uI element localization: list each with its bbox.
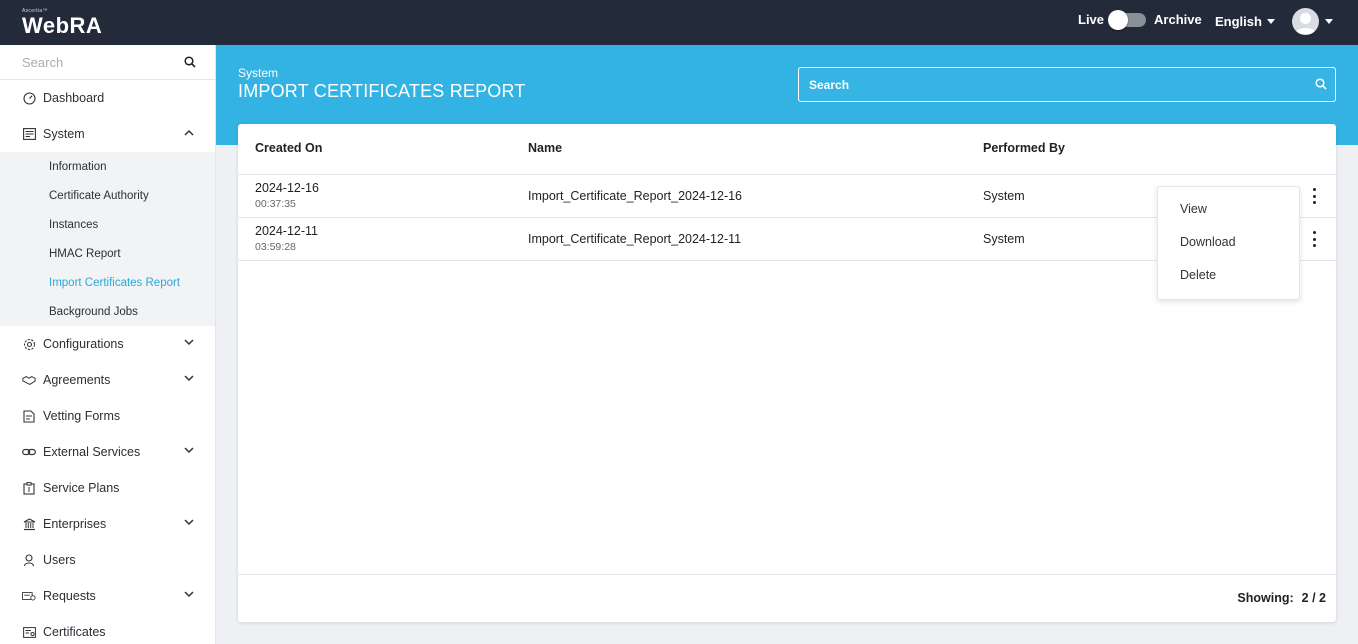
search-icon[interactable]: [184, 56, 196, 68]
sidebar-item-label: Configurations: [43, 337, 124, 351]
language-selector[interactable]: English: [1215, 14, 1275, 29]
system-submenu: Information Certificate Authority Instan…: [0, 152, 215, 326]
sidebar-item-dashboard[interactable]: Dashboard: [0, 80, 215, 116]
user-avatar-icon: [1295, 13, 1316, 34]
report-search-input[interactable]: [799, 68, 1289, 101]
bank-icon: [22, 517, 36, 531]
column-header-name[interactable]: Name: [528, 141, 562, 155]
sidebar-item-label: Service Plans: [43, 481, 120, 495]
sidebar-subitem-import-certificates-report[interactable]: Import Certificates Report: [0, 268, 215, 297]
form-icon: [22, 409, 36, 423]
gear-icon: [22, 337, 36, 351]
sidebar-search-input[interactable]: [0, 45, 170, 79]
sidebar-subitem-hmac-report[interactable]: HMAC Report: [0, 239, 215, 268]
chevron-down-icon[interactable]: [184, 339, 194, 346]
user-icon: [22, 553, 36, 567]
chevron-up-icon[interactable]: [184, 129, 194, 136]
sidebar-subitem-background-jobs[interactable]: Background Jobs: [0, 297, 215, 326]
caret-down-icon: [1266, 19, 1275, 24]
toggle-archive-label: Archive: [1154, 12, 1202, 27]
live-archive-toggle-group: Live Archive: [1078, 9, 1202, 30]
chevron-down-icon[interactable]: [184, 519, 194, 526]
sidebar-item-agreements[interactable]: Agreements: [0, 362, 215, 398]
top-bar: Ascertia™ WebRA Live Archive English: [0, 0, 1358, 45]
sidebar-item-enterprises[interactable]: Enterprises: [0, 506, 215, 542]
toggle-live-label: Live: [1078, 12, 1105, 27]
sidebar-item-label: Enterprises: [43, 517, 107, 531]
chevron-down-icon[interactable]: [184, 375, 194, 382]
user-menu[interactable]: [1292, 8, 1333, 35]
chevron-down-icon[interactable]: [184, 447, 194, 454]
sidebar-item-external-services[interactable]: External Services: [0, 434, 215, 470]
performed-by: System: [983, 189, 1025, 203]
plan-icon: [22, 481, 36, 495]
showing-value: 2 / 2: [1301, 591, 1326, 605]
caret-down-icon: [1325, 19, 1333, 24]
search-icon[interactable]: [1315, 78, 1327, 90]
performed-by: System: [983, 232, 1025, 246]
menu-item-download[interactable]: Download: [1180, 235, 1236, 249]
menu-item-view[interactable]: View: [1180, 202, 1207, 216]
sidebar: Dashboard System Information Certificate…: [0, 45, 216, 644]
report-name: Import_Certificate_Report_2024-12-11: [528, 232, 742, 246]
sidebar-item-label: Users: [43, 553, 76, 567]
sidebar-item-users[interactable]: Users: [0, 542, 215, 578]
switch-knob: [1108, 9, 1129, 30]
column-header-created-on[interactable]: Created On: [255, 141, 322, 155]
table-header: Created On Name Performed By: [238, 124, 1336, 175]
created-time: 00:37:35: [255, 198, 296, 210]
certificate-icon: [22, 625, 36, 639]
created-on-cell: 2024-12-16 00:37:35: [255, 181, 319, 211]
live-archive-switch[interactable]: [1108, 9, 1147, 30]
sidebar-item-requests[interactable]: Requests: [0, 578, 215, 614]
created-date: 2024-12-16: [255, 181, 319, 195]
report-name: Import_Certificate_Report_2024-12-16: [528, 189, 743, 203]
sidebar-subitem-instances[interactable]: Instances: [0, 210, 215, 239]
sidebar-item-label: Requests: [43, 589, 96, 603]
page-title: IMPORT CERTIFICATES REPORT: [238, 81, 526, 101]
webra-logo[interactable]: Ascertia™ WebRA: [22, 8, 102, 38]
sidebar-item-configurations[interactable]: Configurations: [0, 326, 215, 362]
system-icon: [22, 127, 36, 141]
created-on-cell: 2024-12-11 03:59:28: [255, 224, 318, 254]
table-footer: Showing: 2 / 2: [238, 574, 1336, 622]
menu-item-delete[interactable]: Delete: [1180, 268, 1216, 282]
sidebar-item-vetting-forms[interactable]: Vetting Forms: [0, 398, 215, 434]
sidebar-subitem-information[interactable]: Information: [0, 152, 215, 181]
sidebar-item-label: Certificates: [43, 625, 106, 639]
avatar: [1292, 8, 1319, 35]
sidebar-item-certificates[interactable]: Certificates: [0, 614, 215, 644]
handshake-icon: [22, 373, 36, 387]
sidebar-subitem-certificate-authority[interactable]: Certificate Authority: [0, 181, 215, 210]
sidebar-item-label: System: [43, 127, 85, 141]
column-header-performed-by[interactable]: Performed By: [983, 141, 1065, 155]
sidebar-item-system[interactable]: System: [0, 116, 215, 152]
sidebar-item-service-plans[interactable]: Service Plans: [0, 470, 215, 506]
pagination-showing: Showing: 2 / 2: [1237, 591, 1326, 605]
request-icon: [22, 589, 36, 603]
sidebar-search: [0, 45, 215, 80]
report-search: [798, 67, 1336, 102]
created-date: 2024-12-11: [255, 224, 319, 238]
row-actions-kebab-icon[interactable]: [1308, 231, 1320, 247]
dashboard-icon: [22, 91, 36, 105]
showing-label: Showing:: [1237, 591, 1294, 605]
logo-product: WebRA: [22, 13, 103, 38]
sidebar-item-label: External Services: [43, 445, 141, 459]
row-actions-kebab-icon[interactable]: [1308, 188, 1320, 204]
sidebar-item-label: Dashboard: [43, 91, 105, 105]
language-label: English: [1215, 14, 1262, 29]
sidebar-item-label: Agreements: [43, 373, 111, 387]
breadcrumb[interactable]: System: [238, 66, 278, 80]
row-actions-menu: View Download Delete: [1157, 186, 1300, 300]
chevron-down-icon[interactable]: [184, 591, 194, 598]
created-time: 03:59:28: [255, 241, 296, 253]
link-icon: [22, 445, 36, 459]
sidebar-item-label: Vetting Forms: [43, 409, 121, 423]
